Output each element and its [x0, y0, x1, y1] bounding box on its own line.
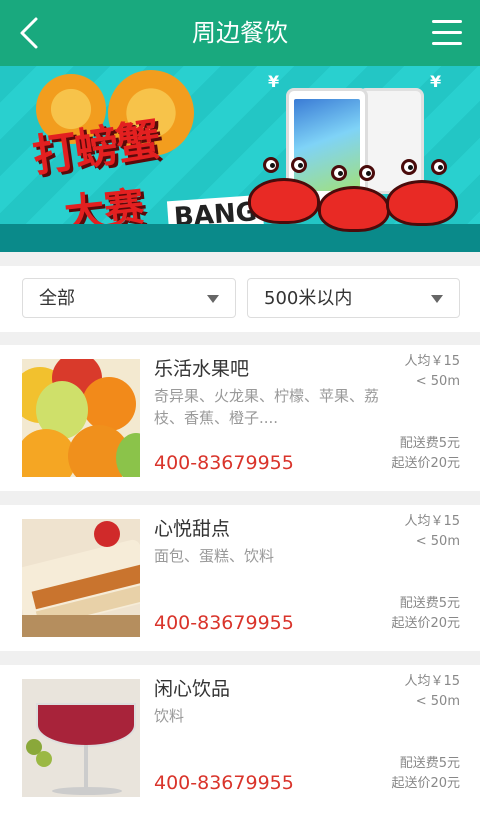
min-order: 起送价20元 [391, 456, 460, 471]
shop-phone-link[interactable]: 400-83679955 [154, 771, 294, 795]
caret-down-icon [207, 295, 219, 303]
min-order: 起送价20元 [391, 776, 460, 791]
shop-phone-link[interactable]: 400-83679955 [154, 611, 294, 635]
banner-headline: 打螃蟹 大赛 BANG [26, 86, 266, 238]
shop-name: 闲心饮品 [154, 678, 231, 700]
shop-distance: < 50m [415, 694, 460, 709]
avg-price: 人均￥15 [404, 674, 460, 689]
shop-thumbnail [22, 519, 140, 637]
price-tag-icon: ¥ [430, 72, 442, 91]
banner-title-line1: 打螃蟹 [29, 114, 162, 183]
shop-card[interactable]: 闲心饮品 饮料 400-83679955 人均￥15 < 50m 配送费5元 起… [0, 665, 480, 822]
price-tag-icon: ¥ [268, 72, 280, 91]
shop-thumbnail [22, 359, 140, 477]
hamburger-icon [432, 20, 462, 23]
crab-icon [386, 159, 458, 226]
shop-thumbnail [22, 679, 140, 797]
shop-card[interactable]: 乐活水果吧 奇异果、火龙果、柠檬、苹果、荔枝、香蕉、橙子.... 400-836… [0, 345, 480, 491]
caret-down-icon [431, 295, 443, 303]
shop-description: 奇异果、火龙果、柠檬、苹果、荔枝、香蕉、橙子.... [154, 387, 380, 427]
delivery-fee: 配送费5元 [399, 596, 460, 611]
shop-distance: < 50m [415, 374, 460, 389]
delivery-fee: 配送费5元 [399, 756, 460, 771]
shop-description: 饮料 [154, 707, 185, 725]
crab-icon [318, 165, 390, 232]
distance-select[interactable]: 500米以内 [247, 278, 460, 318]
delivery-fee: 配送费5元 [399, 436, 460, 451]
avg-price: 人均￥15 [404, 514, 460, 529]
shop-card[interactable]: 心悦甜点 面包、蛋糕、饮料 400-83679955 人均￥15 < 50m 配… [0, 505, 480, 651]
filter-bar: 全部 500米以内 [0, 266, 480, 332]
menu-button[interactable] [432, 20, 462, 46]
shop-description: 面包、蛋糕、饮料 [154, 547, 275, 565]
shop-distance: < 50m [415, 534, 460, 549]
crab-icon [248, 157, 320, 224]
avg-price: 人均￥15 [404, 354, 460, 369]
category-select[interactable]: 全部 [22, 278, 236, 318]
promo-banner[interactable]: 打螃蟹 大赛 BANG ¥ ¥ [0, 66, 480, 252]
shop-name: 乐活水果吧 [154, 358, 250, 380]
shop-name: 心悦甜点 [154, 518, 231, 540]
shop-phone-link[interactable]: 400-83679955 [154, 451, 294, 475]
min-order: 起送价20元 [391, 616, 460, 631]
category-value: 全部 [39, 288, 75, 309]
page-title: 周边餐饮 [192, 19, 288, 47]
nav-bar: 周边餐饮 [0, 0, 480, 66]
distance-value: 500米以内 [264, 288, 353, 309]
